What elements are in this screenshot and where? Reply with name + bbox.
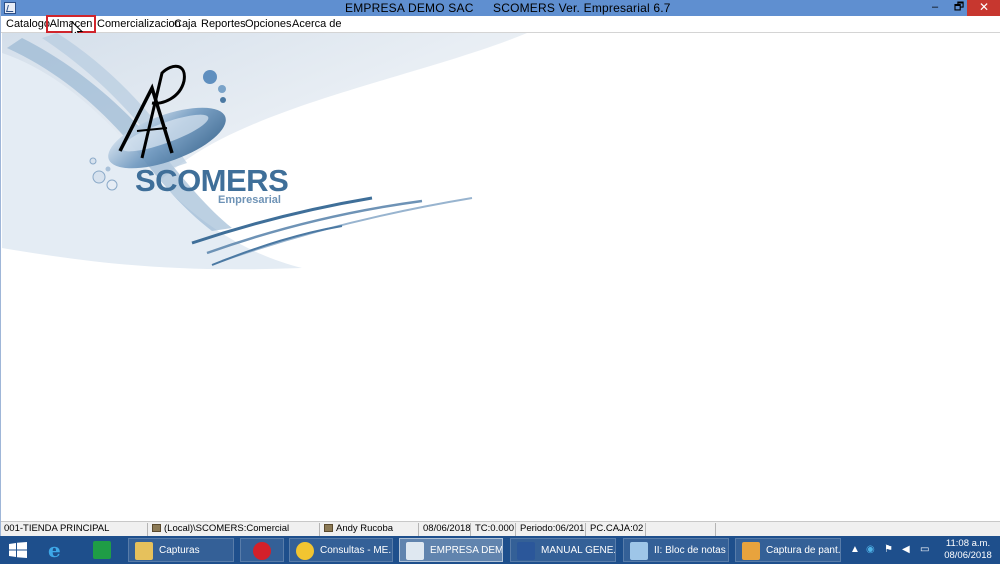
- status-exchange-rate: TC:0.000: [475, 523, 516, 536]
- menu-catalogo[interactable]: Catalogo: [6, 18, 50, 30]
- taskbar: e Capturas Consultas - ME... EMPRESA DEM…: [0, 536, 1000, 564]
- taskbar-item-notepad[interactable]: II: Bloc de notas: [623, 538, 729, 562]
- flag-icon[interactable]: ⚑: [884, 544, 893, 555]
- action-center-icon[interactable]: ▭: [920, 544, 929, 555]
- taskbar-item-empresa-demo[interactable]: EMPRESA DEM...: [399, 538, 503, 562]
- menu-opciones[interactable]: Opciones: [245, 18, 291, 30]
- show-hidden-icons-icon[interactable]: ▲: [850, 544, 860, 555]
- opera-icon: [253, 542, 271, 560]
- close-button[interactable]: ✕: [967, 0, 1000, 16]
- menu-caja[interactable]: Caja: [174, 18, 197, 30]
- status-empty: [648, 523, 716, 536]
- title-bar: EMPRESA DEMO SAC SCOMERS Ver. Empresaria…: [1, 0, 1000, 16]
- database-icon: [152, 524, 161, 532]
- word-icon: [517, 542, 535, 560]
- taskbar-clock[interactable]: 11:08 a.m. 08/06/2018: [938, 538, 998, 562]
- notepad-icon: [630, 542, 648, 560]
- clock-date: 08/06/2018: [944, 550, 992, 561]
- app-window: EMPRESA DEMO SAC SCOMERS Ver. Empresaria…: [0, 0, 1000, 536]
- status-store: 001-TIENDA PRINCIPAL: [2, 523, 148, 536]
- menu-bar: Catalogo Almacen Comercializacion Caja R…: [1, 15, 1000, 39]
- window-title-version: SCOMERS Ver. Empresarial 6.7: [493, 1, 671, 15]
- taskbar-item-paint[interactable]: Captura de pant...: [735, 538, 841, 562]
- main-canvas: SCOMERS Empresarial: [2, 33, 1000, 521]
- network-status-icon[interactable]: ◉: [866, 544, 875, 555]
- status-period: Periodo:06/2018: [520, 523, 586, 536]
- taskbar-item-opera[interactable]: [240, 538, 284, 562]
- scomers-app-icon: [406, 542, 424, 560]
- menu-acerca-de[interactable]: Acerca de: [292, 18, 342, 30]
- folder-icon: [135, 542, 153, 560]
- status-bar: 001-TIENDA PRINCIPAL (Local)\SCOMERS:Com…: [1, 521, 1000, 536]
- clock-time: 11:08 a.m.: [945, 538, 991, 549]
- taskbar-item-capturas[interactable]: Capturas: [128, 538, 234, 562]
- app-icon[interactable]: [4, 2, 16, 14]
- user-icon: [324, 524, 333, 532]
- background-swoosh: [2, 33, 527, 270]
- minimize-button[interactable]: –: [922, 0, 948, 16]
- status-date: 08/06/2018: [423, 523, 471, 536]
- volume-muted-icon[interactable]: ◀: [902, 544, 910, 555]
- windows-start-icon[interactable]: [9, 542, 27, 558]
- status-user: Andy Rucoba: [322, 523, 419, 536]
- chrome-icon: [296, 542, 314, 560]
- store-icon[interactable]: [93, 541, 111, 559]
- status-pc: PC.CAJA:02: [588, 523, 646, 536]
- paint-icon: [742, 542, 760, 560]
- menu-comercializacion[interactable]: Comercializacion: [97, 18, 181, 30]
- status-database: (Local)\SCOMERS:Comercial: [150, 523, 320, 536]
- taskbar-item-word[interactable]: MANUAL GENE...: [510, 538, 616, 562]
- window-title-company: EMPRESA DEMO SAC: [345, 1, 474, 15]
- internet-explorer-icon[interactable]: e: [48, 540, 70, 560]
- menu-reportes[interactable]: Reportes: [201, 18, 246, 30]
- taskbar-item-chrome[interactable]: Consultas - ME...: [289, 538, 393, 562]
- brand-tagline: Empresarial: [218, 194, 281, 206]
